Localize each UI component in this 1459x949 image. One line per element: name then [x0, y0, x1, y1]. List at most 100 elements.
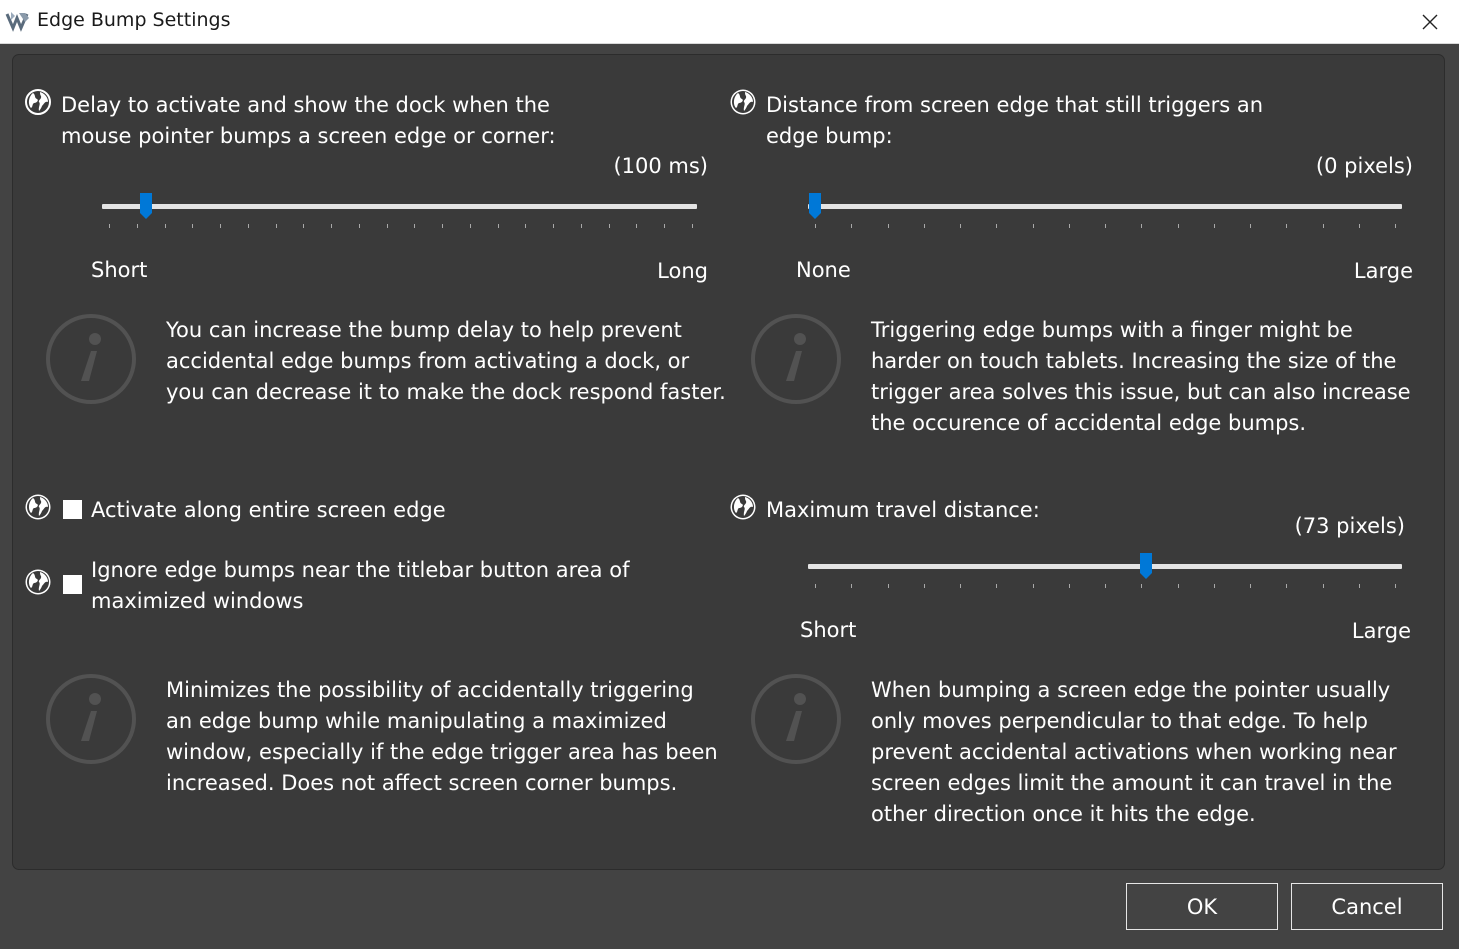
- slider-tick: [165, 224, 166, 228]
- slider-track: [808, 564, 1402, 569]
- distance-min-label: None: [796, 258, 851, 282]
- slider-track: [808, 204, 1402, 209]
- window-title: Edge Bump Settings: [37, 9, 231, 31]
- slider-tick: [1141, 224, 1142, 228]
- info-icon: [751, 314, 841, 404]
- slider-tick: [331, 224, 332, 228]
- delay-slider-ticks: [109, 224, 693, 230]
- slider-tick: [1069, 584, 1070, 588]
- travel-info-line: other direction once it hits the edge.: [871, 802, 1256, 826]
- slider-tick: [1359, 224, 1360, 228]
- ignore-titlebar-label-line1[interactable]: Ignore edge bumps near the titlebar butt…: [91, 555, 629, 586]
- slider-tick: [609, 224, 610, 228]
- slider-tick: [924, 224, 925, 228]
- slider-tick: [1178, 584, 1179, 588]
- ignore-titlebar-info-line: increased. Does not affect screen corner…: [166, 771, 678, 795]
- distance-max-label: Large: [1353, 259, 1413, 283]
- slider-tick: [1250, 584, 1251, 588]
- slider-tick: [1214, 224, 1215, 228]
- slider-tick: [1105, 584, 1106, 588]
- globe-icon[interactable]: [24, 493, 52, 521]
- slider-tick: [1069, 224, 1070, 228]
- slider-tick: [996, 224, 997, 228]
- travel-slider[interactable]: [808, 548, 1402, 588]
- slider-thumb[interactable]: [1139, 552, 1153, 580]
- slider-tick: [442, 224, 443, 228]
- globe-icon[interactable]: [729, 88, 757, 116]
- distance-slider[interactable]: [808, 188, 1402, 228]
- slider-tick: [1250, 224, 1251, 228]
- slider-tick: [1395, 584, 1396, 588]
- slider-tick: [303, 224, 304, 228]
- slider-tick: [1033, 584, 1034, 588]
- delay-max-label: Long: [657, 259, 708, 283]
- ok-button[interactable]: OK: [1126, 883, 1278, 930]
- slider-tick: [996, 584, 997, 588]
- travel-info-line: screen edges limit the amount it can tra…: [871, 771, 1393, 795]
- slider-tick: [581, 224, 582, 228]
- distance-label-line2: edge bump:: [766, 124, 893, 148]
- activate-entire-edge-label[interactable]: Activate along entire screen edge: [91, 495, 446, 526]
- slider-tick: [692, 224, 693, 228]
- ignore-titlebar-info-line: an edge bump while manipulating a maximi…: [166, 709, 667, 733]
- travel-label: Maximum travel distance:: [766, 498, 1040, 522]
- travel-value: (73 pixels): [1294, 514, 1405, 538]
- slider-tick: [960, 224, 961, 228]
- slider-tick: [815, 584, 816, 588]
- delay-min-label: Short: [91, 258, 148, 282]
- delay-value: (100 ms): [613, 154, 708, 178]
- slider-tick: [220, 224, 221, 228]
- distance-info-line: the occurence of accidental edge bumps.: [871, 411, 1307, 435]
- slider-track: [102, 204, 697, 209]
- cancel-button[interactable]: Cancel: [1291, 883, 1443, 930]
- ignore-titlebar-info-line: Minimizes the possibility of accidentall…: [166, 678, 694, 702]
- travel-slider-ticks: [815, 584, 1396, 590]
- distance-slider-ticks: [815, 224, 1396, 230]
- travel-min-label: Short: [800, 618, 857, 642]
- slider-tick: [498, 224, 499, 228]
- slider-tick: [248, 224, 249, 228]
- slider-tick: [851, 584, 852, 588]
- close-button[interactable]: [1401, 0, 1459, 43]
- close-icon: [1422, 14, 1438, 29]
- info-icon: [46, 314, 136, 404]
- distance-label-line1: Distance from screen edge that still tri…: [766, 93, 1264, 117]
- delay-slider[interactable]: [102, 188, 697, 228]
- slider-tick: [1323, 224, 1324, 228]
- slider-tick: [1359, 584, 1360, 588]
- slider-tick: [137, 224, 138, 228]
- info-icon: [46, 674, 136, 764]
- travel-info-line: prevent accidental activations when work…: [871, 740, 1397, 764]
- slider-tick: [636, 224, 637, 228]
- activate-entire-edge-checkbox[interactable]: [63, 500, 82, 519]
- distance-info-line: trigger area solves this issue, but can …: [871, 380, 1411, 404]
- travel-max-label: Large: [1351, 619, 1411, 643]
- delay-label-line1: Delay to activate and show the dock when…: [61, 93, 550, 117]
- ignore-titlebar-info-line: window, especially if the edge trigger a…: [166, 740, 718, 764]
- winstep-app-icon: [5, 12, 29, 32]
- distance-value: (0 pixels): [1315, 154, 1413, 178]
- distance-info-line: Triggering edge bumps with a finger migh…: [871, 318, 1353, 342]
- slider-tick: [1141, 584, 1142, 588]
- slider-tick: [1286, 584, 1287, 588]
- globe-icon[interactable]: [24, 568, 52, 596]
- globe-icon[interactable]: [24, 88, 52, 116]
- slider-thumb[interactable]: [808, 192, 822, 220]
- slider-tick: [1214, 584, 1215, 588]
- ignore-titlebar-checkbox[interactable]: [63, 575, 82, 594]
- delay-info-line: you can decrease it to make the dock res…: [166, 380, 726, 404]
- slider-tick: [851, 224, 852, 228]
- slider-tick: [924, 584, 925, 588]
- slider-tick: [276, 224, 277, 228]
- slider-tick: [815, 224, 816, 228]
- slider-thumb[interactable]: [139, 192, 153, 220]
- info-icon: [751, 674, 841, 764]
- ignore-titlebar-label-line2[interactable]: maximized windows: [91, 586, 303, 617]
- slider-tick: [470, 224, 471, 228]
- globe-icon[interactable]: [729, 493, 757, 521]
- slider-tick: [192, 224, 193, 228]
- slider-tick: [109, 224, 110, 228]
- distance-info-line: harder on touch tablets. Increasing the …: [871, 349, 1397, 373]
- delay-label-line2: mouse pointer bumps a screen edge or cor…: [61, 124, 556, 148]
- slider-tick: [359, 224, 360, 228]
